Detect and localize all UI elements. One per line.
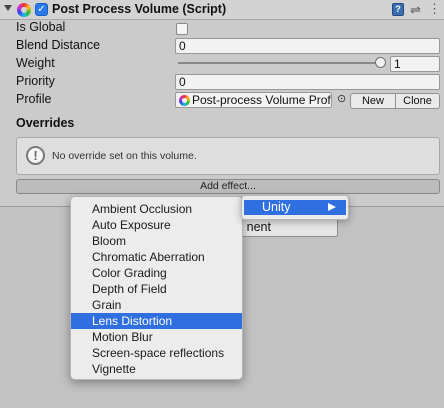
profile-value: Post-process Volume Prof xyxy=(192,93,331,107)
overrides-title: Overrides xyxy=(16,116,75,130)
menu-item[interactable]: Auto Exposure xyxy=(71,217,242,233)
menu-item[interactable]: Color Grading xyxy=(71,265,242,281)
profile-object-field[interactable]: Post-process Volume Prof xyxy=(175,92,332,108)
no-override-helpbox: ! No override set on this volume. xyxy=(16,137,440,175)
priority-label: Priority xyxy=(16,74,55,88)
menu-item[interactable]: Vignette xyxy=(71,361,242,377)
menu-item[interactable]: Bloom xyxy=(71,233,242,249)
menu-item[interactable]: Depth of Field xyxy=(71,281,242,297)
profile-asset-icon xyxy=(179,95,190,106)
component-menu-icon[interactable]: ⋮ xyxy=(428,1,441,17)
weight-slider-thumb[interactable] xyxy=(375,57,386,68)
menu-item[interactable]: Grain xyxy=(71,297,242,313)
post-process-volume-icon xyxy=(17,3,31,17)
submenu-item-label: Unity xyxy=(262,200,291,214)
blend-distance-label: Blend Distance xyxy=(16,38,101,52)
weight-label: Weight xyxy=(16,56,55,70)
menu-item[interactable]: Ambient Occlusion xyxy=(71,201,242,217)
menu-item[interactable]: Motion Blur xyxy=(71,329,242,345)
clone-profile-button[interactable]: Clone xyxy=(395,93,440,109)
help-book-icon[interactable]: ? xyxy=(392,3,404,16)
priority-field[interactable]: 0 xyxy=(175,74,440,90)
is-global-checkbox[interactable] xyxy=(176,23,188,35)
profile-label: Profile xyxy=(16,92,52,106)
submenu-arrow-icon xyxy=(328,203,336,211)
menu-item[interactable]: Chromatic Aberration xyxy=(71,249,242,265)
unity-submenu: Unity xyxy=(241,195,349,220)
no-override-text: No override set on this volume. xyxy=(52,150,197,162)
component-enabled-checkbox[interactable]: ✓ xyxy=(35,3,48,16)
foldout-arrow-icon[interactable] xyxy=(4,5,12,11)
weight-slider-track[interactable] xyxy=(178,62,381,64)
menu-item[interactable]: Lens Distortion xyxy=(71,313,242,329)
object-picker-icon[interactable]: ⊙ xyxy=(337,92,346,105)
weight-field[interactable]: 1 xyxy=(390,56,440,72)
new-profile-button[interactable]: New xyxy=(350,93,396,109)
is-global-label: Is Global xyxy=(16,20,66,34)
preset-settings-icon[interactable]: ⇌ xyxy=(410,2,421,18)
effect-context-menu: Ambient Occlusion Auto Exposure Bloom Chrom… xyxy=(70,196,243,380)
component-header[interactable]: ✓ Post Process Volume (Script) ? ⇌ ⋮ xyxy=(0,0,444,20)
component-title: Post Process Volume (Script) xyxy=(52,2,227,16)
add-effect-button[interactable]: Add effect... xyxy=(16,179,440,194)
inspector-panel: ✓ Post Process Volume (Script) ? ⇌ ⋮ Is … xyxy=(0,0,444,207)
blend-distance-field[interactable]: 0 xyxy=(175,38,440,54)
info-icon: ! xyxy=(26,146,45,165)
submenu-item-unity[interactable]: Unity xyxy=(244,200,346,215)
menu-item[interactable]: Screen-space reflections xyxy=(71,345,242,361)
